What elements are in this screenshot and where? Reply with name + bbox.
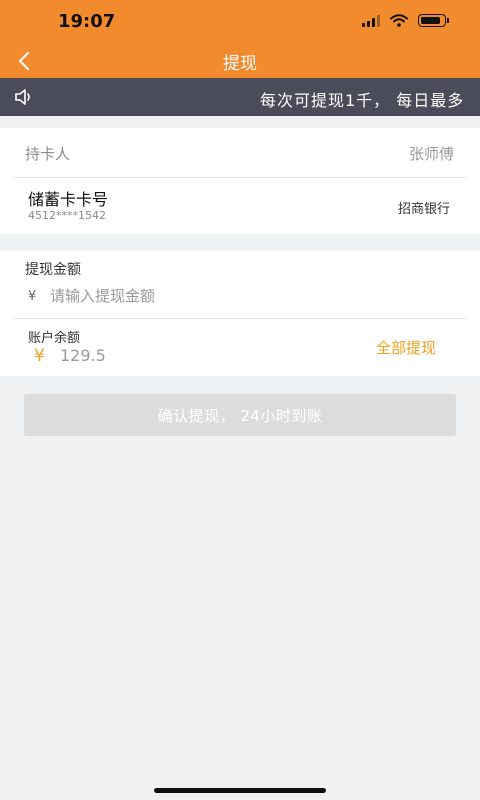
home-indicator bbox=[154, 788, 326, 793]
battery-icon bbox=[418, 14, 449, 27]
card-type-label: 储蓄卡卡号 bbox=[28, 190, 109, 209]
withdraw-panel: 提现金额 ¥ 账户余额 ¥ 129.5 全部提现 bbox=[0, 251, 480, 376]
balance-currency-symbol: ¥ bbox=[34, 346, 45, 366]
status-bar: 19:07 bbox=[0, 0, 480, 44]
balance-label: 账户余额 bbox=[28, 331, 81, 346]
divider bbox=[14, 318, 466, 319]
wifi-icon bbox=[390, 14, 408, 27]
status-time: 19:07 bbox=[58, 11, 116, 32]
bank-name: 招商银行 bbox=[397, 202, 450, 217]
card-info-panel: 持卡人 张师傅 储蓄卡卡号 4512****1542 招商银行 bbox=[0, 128, 480, 234]
nav-bar: 提现 bbox=[0, 44, 480, 78]
status-icons bbox=[362, 14, 449, 27]
card-number: 4512****1542 bbox=[28, 209, 106, 222]
notice-bar: 每次可提现1千， 每日最多 bbox=[0, 78, 480, 116]
currency-symbol: ¥ bbox=[28, 289, 37, 304]
cellular-signal-icon bbox=[362, 14, 380, 27]
bank-card-row[interactable]: 储蓄卡卡号 4512****1542 招商银行 bbox=[0, 128, 480, 234]
confirm-withdraw-button[interactable]: 确认提现， 24小时到账 bbox=[24, 394, 456, 436]
withdraw-amount-input[interactable] bbox=[50, 285, 350, 307]
withdraw-amount-label: 提现金额 bbox=[25, 262, 81, 278]
speaker-icon bbox=[15, 89, 30, 105]
notice-text: 每次可提现1千， 每日最多 bbox=[260, 91, 465, 110]
page-title: 提现 bbox=[223, 54, 257, 74]
balance-value: 129.5 bbox=[60, 346, 106, 365]
withdraw-all-button[interactable]: 全部提现 bbox=[376, 337, 436, 358]
